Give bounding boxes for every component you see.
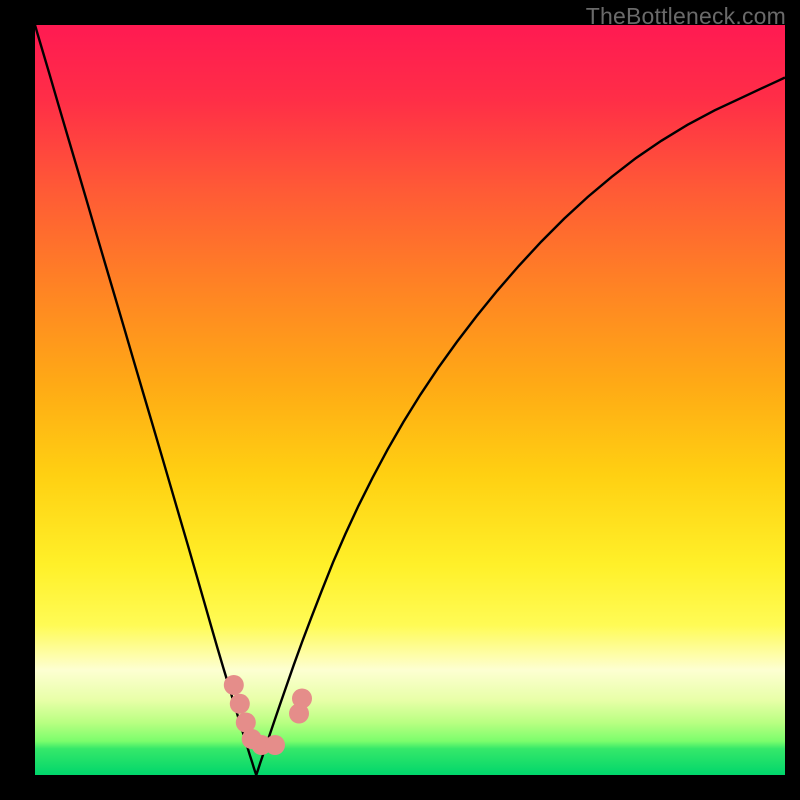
- marker-dot: [230, 694, 250, 714]
- curve-layer: [35, 25, 785, 775]
- marker-dot: [292, 689, 312, 709]
- bottleneck-curve: [35, 25, 785, 775]
- marker-dot: [265, 735, 285, 755]
- chart-frame: TheBottleneck.com: [0, 0, 800, 800]
- plot-area: [35, 25, 785, 775]
- watermark-text: TheBottleneck.com: [586, 3, 786, 30]
- marker-dot: [224, 675, 244, 695]
